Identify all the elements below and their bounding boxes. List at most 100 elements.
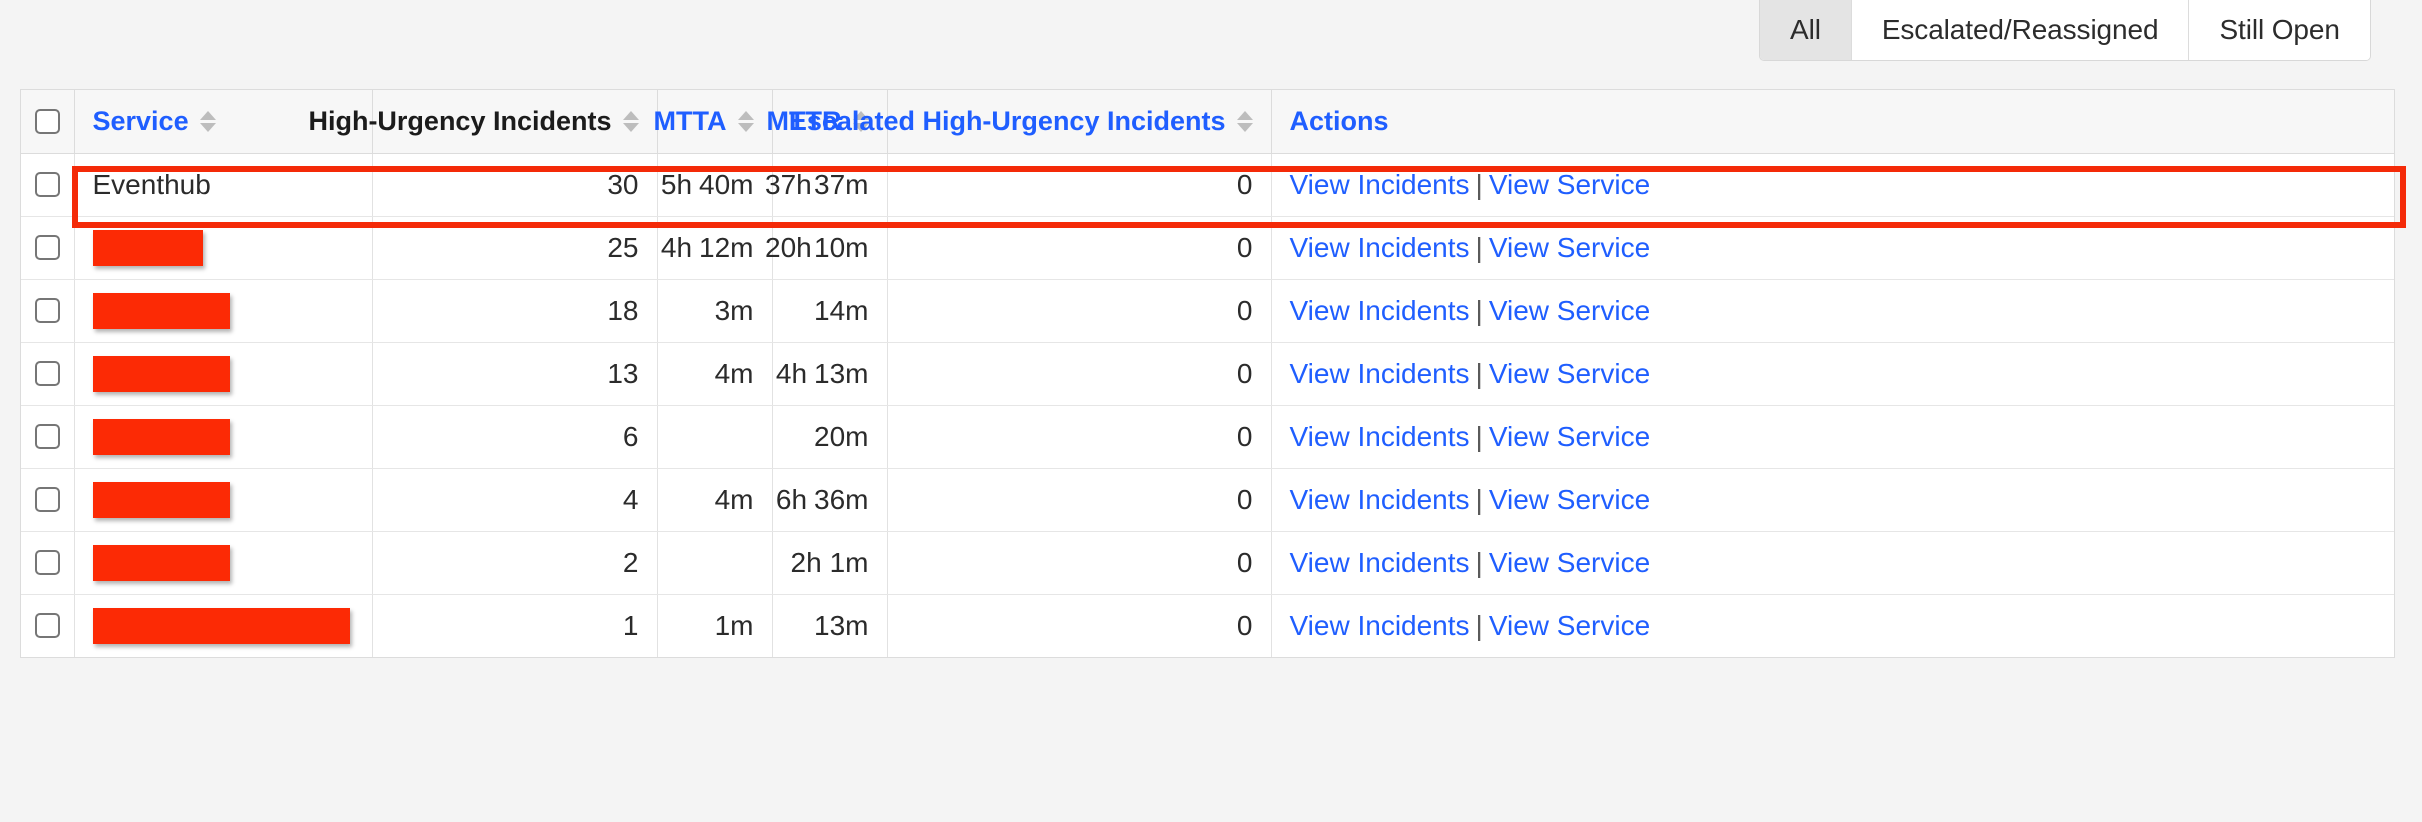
cell-escalated-high-urgency-incidents: 0 (887, 279, 1271, 342)
cell-mttr-duration: 4h13m (791, 358, 869, 390)
row-checkbox[interactable] (35, 361, 60, 386)
cell-escalated-high-urgency-incidents: 0 (887, 594, 1271, 657)
tab-escalated-reassigned[interactable]: Escalated/Reassigned (1852, 0, 2190, 60)
cell-mttr-minutes: 1m (829, 547, 869, 579)
table-row[interactable]: 22h1m0View Incidents|View Service (21, 531, 2394, 594)
row-select-cell (21, 342, 74, 405)
cell-mttr: 20h10m (772, 216, 887, 279)
sort-arrows-icon[interactable] (200, 111, 216, 132)
column-header-mtta[interactable]: MTTA (657, 90, 772, 153)
row-checkbox-holder (21, 154, 74, 216)
redacted-service-name (93, 419, 230, 455)
row-checkbox[interactable] (35, 172, 60, 197)
view-service-link[interactable]: View Service (1489, 358, 1650, 389)
tab-all[interactable]: All (1760, 0, 1852, 60)
table-row[interactable]: 134m4h13m0View Incidents|View Service (21, 342, 2394, 405)
row-actions: View Incidents|View Service (1290, 421, 1651, 452)
actions-separator: | (1476, 547, 1483, 578)
view-incidents-link[interactable]: View Incidents (1290, 610, 1470, 641)
cell-actions: View Incidents|View Service (1271, 216, 2394, 279)
cell-mtta: 4h12m (657, 216, 772, 279)
row-checkbox[interactable] (35, 298, 60, 323)
cell-mttr-minutes: 36m (814, 484, 868, 516)
actions-separator: | (1476, 610, 1483, 641)
row-checkbox[interactable] (35, 613, 60, 638)
view-incidents-link[interactable]: View Incidents (1290, 547, 1470, 578)
cell-mttr: 37h37m (772, 153, 887, 216)
cell-escalated-high-urgency-incidents: 0 (887, 405, 1271, 468)
cell-mttr-hours: 4h (776, 358, 807, 390)
cell-service: Eventhub (74, 153, 372, 216)
cell-mttr-hours: 2h (791, 547, 822, 579)
view-incidents-link[interactable]: View Incidents (1290, 421, 1470, 452)
cell-actions: View Incidents|View Service (1271, 594, 2394, 657)
view-incidents-link[interactable]: View Incidents (1290, 232, 1470, 263)
cell-service (74, 531, 372, 594)
view-incidents-link[interactable]: View Incidents (1290, 358, 1470, 389)
view-service-link[interactable]: View Service (1489, 610, 1650, 641)
cell-high-urgency-incidents: 30 (372, 153, 657, 216)
row-actions: View Incidents|View Service (1290, 232, 1651, 263)
cell-actions: View Incidents|View Service (1271, 531, 2394, 594)
cell-service (74, 216, 372, 279)
column-header-label: MTTA (654, 106, 727, 137)
table-body: Eventhub305h40m37h37m0View Incidents|Vie… (21, 153, 2394, 657)
cell-service (74, 342, 372, 405)
cell-mttr: 4h13m (772, 342, 887, 405)
column-header-hui[interactable]: High-Urgency Incidents (372, 90, 657, 153)
table-row[interactable]: 620m0View Incidents|View Service (21, 405, 2394, 468)
cell-mtta-duration: 4h12m (676, 232, 754, 264)
cell-mtta-minutes: 40m (699, 169, 753, 201)
cell-mttr-minutes: 13m (814, 358, 868, 390)
redacted-service-name (93, 356, 230, 392)
cell-high-urgency-incidents: 18 (372, 279, 657, 342)
cell-high-urgency-incidents: 4 (372, 468, 657, 531)
table-row[interactable]: 11m13m0View Incidents|View Service (21, 594, 2394, 657)
view-service-link[interactable]: View Service (1489, 169, 1650, 200)
redacted-service-name (93, 482, 230, 518)
table-row[interactable]: Eventhub305h40m37h37m0View Incidents|Vie… (21, 153, 2394, 216)
view-service-link[interactable]: View Service (1489, 232, 1650, 263)
row-actions: View Incidents|View Service (1290, 547, 1651, 578)
cell-mttr-hours: 37h (765, 169, 807, 201)
view-incidents-link[interactable]: View Incidents (1290, 484, 1470, 515)
sort-arrows-icon[interactable] (623, 111, 639, 132)
view-service-link[interactable]: View Service (1489, 484, 1650, 515)
select-all-checkbox[interactable] (35, 109, 60, 134)
row-checkbox-holder (21, 280, 74, 342)
cell-mtta-minutes: 1m (713, 610, 753, 642)
cell-mttr: 6h36m (772, 468, 887, 531)
redacted-service-name (93, 545, 230, 581)
cell-mttr-minutes: 20m (814, 421, 868, 453)
cell-actions: View Incidents|View Service (1271, 468, 2394, 531)
sort-arrows-icon[interactable] (1237, 111, 1253, 132)
table-row[interactable]: 44m6h36m0View Incidents|View Service (21, 468, 2394, 531)
cell-mtta (657, 405, 772, 468)
row-checkbox-holder (21, 343, 74, 405)
tab-still-open[interactable]: Still Open (2189, 0, 2369, 60)
cell-service (74, 279, 372, 342)
view-service-link[interactable]: View Service (1489, 295, 1650, 326)
cell-mtta-hours: 5h (661, 169, 692, 201)
cell-mtta-minutes: 12m (699, 232, 753, 264)
services-table: ServiceHigh-Urgency IncidentsMTTAMTTREsc… (21, 90, 2394, 657)
view-service-link[interactable]: View Service (1489, 547, 1650, 578)
cell-mttr: 13m (772, 594, 887, 657)
table-row[interactable]: 183m14m0View Incidents|View Service (21, 279, 2394, 342)
row-checkbox[interactable] (35, 424, 60, 449)
view-incidents-link[interactable]: View Incidents (1290, 295, 1470, 326)
row-checkbox[interactable] (35, 550, 60, 575)
column-header-actions[interactable]: Actions (1271, 90, 2394, 153)
view-service-link[interactable]: View Service (1489, 421, 1650, 452)
table-row[interactable]: 254h12m20h10m0View Incidents|View Servic… (21, 216, 2394, 279)
cell-mtta-hours: 4h (661, 232, 692, 264)
sort-arrows-icon[interactable] (738, 111, 754, 132)
view-incidents-link[interactable]: View Incidents (1290, 169, 1470, 200)
cell-mtta: 4m (657, 342, 772, 405)
row-checkbox[interactable] (35, 487, 60, 512)
row-checkbox-holder (21, 532, 74, 594)
row-checkbox[interactable] (35, 235, 60, 260)
redacted-service-name (93, 230, 203, 266)
column-header-escalated[interactable]: Escalated High-Urgency Incidents (887, 90, 1271, 153)
actions-separator: | (1476, 232, 1483, 263)
